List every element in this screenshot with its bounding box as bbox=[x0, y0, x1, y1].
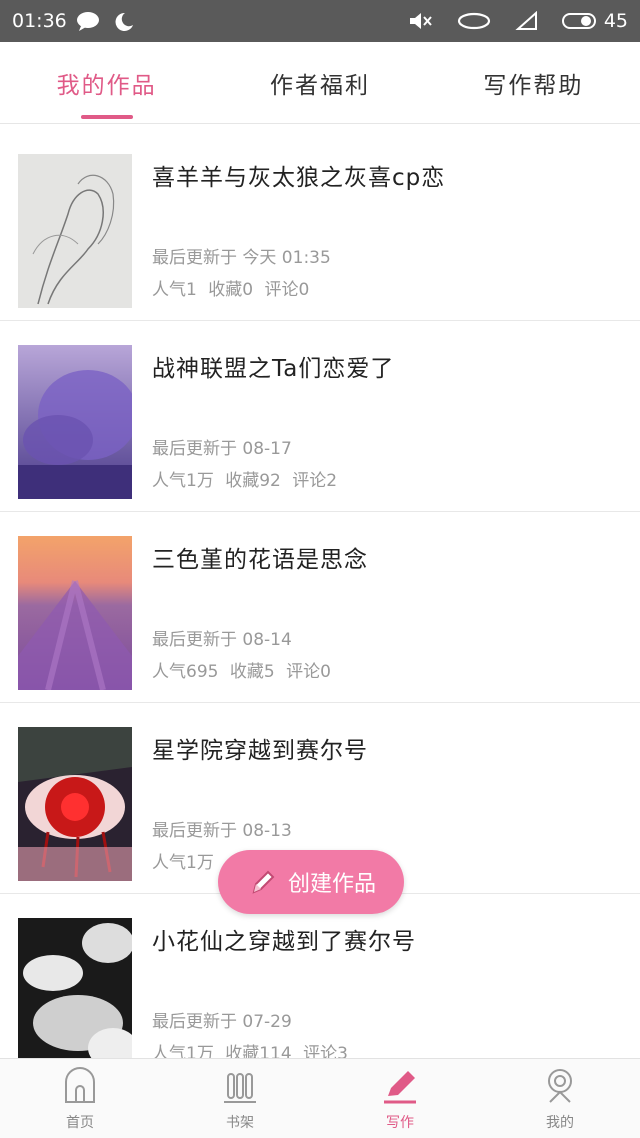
tab-bar: 我的作品 作者福利 写作帮助 bbox=[0, 42, 640, 124]
work-cover-image bbox=[18, 536, 132, 690]
home-icon bbox=[65, 1066, 95, 1103]
create-work-label: 创建作品 bbox=[287, 872, 376, 897]
work-meta: 最后更新于 08-17 人气1万 收藏92 评论2 bbox=[152, 433, 343, 497]
work-updated: 最后更新于 08-13 bbox=[152, 821, 292, 841]
nav-bookshelf[interactable]: 书架 bbox=[160, 1059, 320, 1138]
work-cover-image bbox=[18, 154, 132, 308]
works-list: 喜羊羊与灰太狼之灰喜cp恋 最后更新于 今天 01:35 人气1 收藏0 评论0… bbox=[0, 130, 640, 1058]
message-icon bbox=[76, 12, 99, 31]
work-cover-image bbox=[18, 345, 132, 499]
bookshelf-icon bbox=[224, 1072, 256, 1103]
work-favorites: 收藏92 bbox=[225, 471, 281, 491]
nav-write[interactable]: 写作 bbox=[320, 1059, 480, 1138]
work-title: 战神联盟之Ta们恋爱了 bbox=[152, 356, 395, 382]
nav-bookshelf-label: 书架 bbox=[226, 1114, 254, 1131]
work-comments: 评论0 bbox=[286, 662, 331, 682]
work-comments: 评论2 bbox=[292, 471, 338, 491]
profile-icon bbox=[548, 1068, 572, 1103]
signal-icon bbox=[515, 11, 537, 30]
moon-icon bbox=[115, 12, 133, 31]
work-comments: 评论0 bbox=[264, 280, 310, 300]
pencil-icon bbox=[384, 1070, 416, 1103]
nav-home[interactable]: 首页 bbox=[0, 1059, 160, 1138]
work-updated: 最后更新于 07-29 bbox=[152, 1012, 292, 1032]
work-comments: 评论3 bbox=[303, 1044, 348, 1058]
work-favorites: 收藏5 bbox=[229, 662, 275, 682]
work-updated: 最后更新于 今天 01:35 bbox=[152, 248, 331, 268]
work-popularity: 人气695 bbox=[152, 662, 219, 682]
battery-icon bbox=[561, 13, 596, 29]
work-meta: 最后更新于 08-14 人气695 收藏5 评论0 bbox=[152, 624, 337, 688]
nav-profile[interactable]: 我的 bbox=[480, 1059, 640, 1138]
work-popularity: 人气1 bbox=[152, 280, 197, 300]
work-cover-image bbox=[18, 918, 132, 1058]
mute-icon bbox=[409, 13, 432, 29]
pencil-icon bbox=[252, 870, 275, 894]
nav-write-label: 写作 bbox=[386, 1114, 414, 1131]
work-item[interactable]: 小花仙之穿越到了赛尔号 最后更新于 07-29 人气1万 收藏114 评论3 bbox=[0, 894, 640, 1058]
tab-writing-help[interactable]: 写作帮助 bbox=[427, 42, 640, 123]
work-title: 小花仙之穿越到了赛尔号 bbox=[152, 929, 416, 955]
work-title: 三色堇的花语是思念 bbox=[152, 547, 368, 573]
work-item[interactable]: 喜羊羊与灰太狼之灰喜cp恋 最后更新于 今天 01:35 人气1 收藏0 评论0 bbox=[0, 130, 640, 321]
status-bar: 01:36 45 bbox=[0, 0, 640, 42]
work-cover-image bbox=[18, 727, 132, 881]
tab-my-works[interactable]: 我的作品 bbox=[0, 42, 213, 123]
status-time: 01:36 bbox=[12, 10, 67, 32]
nav-home-label: 首页 bbox=[66, 1114, 94, 1131]
nav-profile-label: 我的 bbox=[546, 1114, 574, 1131]
work-updated: 最后更新于 08-17 bbox=[152, 439, 292, 459]
work-meta: 最后更新于 今天 01:35 人气1 收藏0 评论0 bbox=[152, 242, 331, 306]
bottom-nav: 首页 书架 写作 我的 bbox=[0, 1058, 640, 1138]
create-work-button[interactable]: 创建作品 bbox=[218, 850, 404, 914]
tab-author-benefits[interactable]: 作者福利 bbox=[213, 42, 426, 123]
work-title: 喜羊羊与灰太狼之灰喜cp恋 bbox=[152, 165, 446, 191]
work-title: 星学院穿越到赛尔号 bbox=[152, 738, 368, 764]
work-item[interactable]: 三色堇的花语是思念 最后更新于 08-14 人气695 收藏5 评论0 bbox=[0, 512, 640, 703]
rotate-icon bbox=[457, 12, 490, 30]
battery-level: 45 bbox=[603, 10, 628, 32]
work-popularity: 人气1万 bbox=[152, 853, 214, 873]
work-meta: 最后更新于 07-29 人气1万 收藏114 评论3 bbox=[152, 1006, 354, 1058]
work-favorites: 收藏0 bbox=[208, 280, 254, 300]
work-popularity: 人气1万 bbox=[152, 471, 214, 491]
work-item[interactable]: 战神联盟之Ta们恋爱了 最后更新于 08-17 人气1万 收藏92 评论2 bbox=[0, 321, 640, 512]
work-updated: 最后更新于 08-14 bbox=[152, 630, 292, 650]
work-popularity: 人气1万 bbox=[152, 1044, 214, 1058]
work-favorites: 收藏114 bbox=[225, 1044, 292, 1058]
